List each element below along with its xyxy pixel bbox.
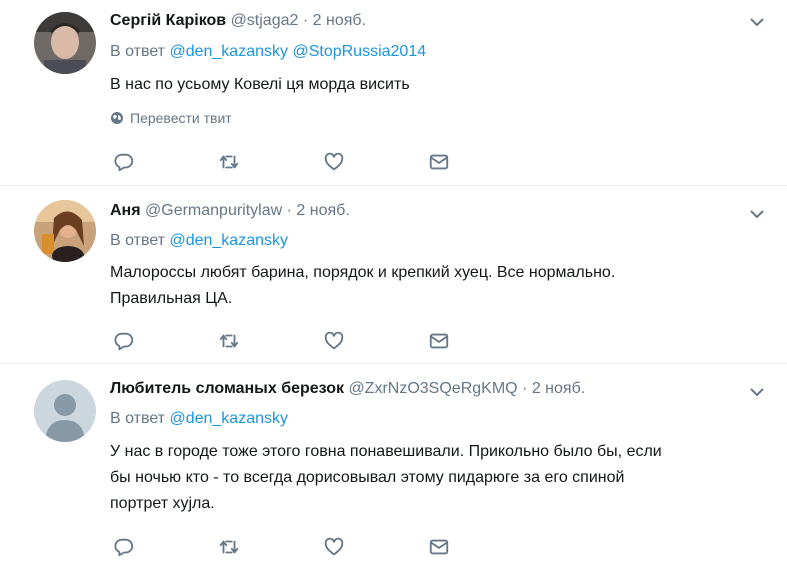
tweet-timestamp[interactable]: 2 нояб.	[296, 202, 349, 219]
translate-tweet-link[interactable]: Перевести твит	[110, 110, 232, 126]
message-icon[interactable]	[427, 150, 451, 174]
author-name[interactable]: Любитель сломаных березок	[110, 380, 344, 397]
avatar[interactable]	[34, 380, 96, 442]
tweet-text-line: Малороссы любят барина, порядок и крепки…	[110, 264, 616, 281]
reply-context: В ответ @den_kazansky @StopRussia2014	[110, 43, 426, 61]
tweet-feed: Сергій Каріков @stjaga2 · 2 нояб. В отве…	[0, 0, 787, 564]
tweet-actions	[110, 329, 450, 353]
tweet-header: Аня @Germanpuritylaw · 2 нояб.	[110, 202, 350, 220]
tweet-timestamp[interactable]: 2 нояб.	[313, 12, 366, 29]
mention-link[interactable]: @den_kazansky	[169, 410, 288, 427]
mention-link[interactable]: @StopRussia2014	[292, 43, 426, 60]
author-handle[interactable]: @stjaga2	[231, 12, 299, 29]
globe-icon	[111, 112, 123, 124]
tweet[interactable]: Сергій Каріков @stjaga2 · 2 нояб. В отве…	[0, 0, 787, 186]
mention-link[interactable]: @den_kazansky	[169, 232, 288, 249]
tweet-text: В нас по усьому Ковелі ця морда висить	[110, 72, 750, 98]
tweet-header: Любитель сломаных березок @ZxrNzO3SQeRgK…	[110, 380, 585, 398]
separator: ·	[302, 12, 309, 29]
tweet-timestamp[interactable]: 2 нояб.	[532, 380, 585, 397]
author-handle[interactable]: @ZxrNzO3SQeRgKMQ	[348, 380, 517, 397]
author-name[interactable]: Сергій Каріков	[110, 12, 226, 29]
tweet-header: Сергій Каріков @stjaga2 · 2 нояб.	[110, 12, 366, 30]
message-icon[interactable]	[427, 535, 451, 559]
tweet-actions	[110, 535, 450, 559]
avatar[interactable]	[34, 200, 96, 262]
chevron-down-icon[interactable]	[749, 206, 765, 222]
like-icon[interactable]	[322, 535, 346, 559]
reply-context: В ответ @den_kazansky	[110, 232, 288, 250]
tweet-text: У нас в городе тоже этого говна понавеши…	[110, 439, 750, 517]
reply-prefix: В ответ	[110, 232, 166, 249]
reply-prefix: В ответ	[110, 43, 166, 60]
reply-icon[interactable]	[112, 150, 136, 174]
reply-prefix: В ответ	[110, 410, 166, 427]
separator: ·	[522, 380, 528, 397]
author-handle[interactable]: @Germanpuritylaw	[145, 202, 282, 219]
tweet-text-line: портрет хујла.	[110, 495, 215, 512]
separator: ·	[286, 202, 292, 219]
message-icon[interactable]	[427, 329, 451, 353]
like-icon[interactable]	[322, 150, 346, 174]
chevron-down-icon[interactable]	[749, 14, 765, 30]
tweet-text: Малороссы любят барина, порядок и крепки…	[110, 260, 750, 312]
tweet[interactable]: Аня @Germanpuritylaw · 2 нояб. В ответ @…	[0, 186, 787, 364]
retweet-icon[interactable]	[217, 329, 241, 353]
tweet-text-line: Правильная ЦА.	[110, 290, 233, 307]
tweet-text-line: бы ночью кто - то всегда дорисовывал это…	[110, 469, 625, 486]
translate-label[interactable]: Перевести твит	[130, 110, 232, 126]
reply-context: В ответ @den_kazansky	[110, 410, 288, 428]
reply-icon[interactable]	[112, 329, 136, 353]
tweet[interactable]: Любитель сломаных березок @ZxrNzO3SQeRgK…	[0, 364, 787, 564]
mention-link[interactable]: @den_kazansky	[169, 43, 288, 60]
tweet-text-line: У нас в городе тоже этого говна понавеши…	[110, 443, 662, 460]
reply-icon[interactable]	[112, 535, 136, 559]
retweet-icon[interactable]	[217, 535, 241, 559]
author-name[interactable]: Аня	[110, 202, 141, 219]
avatar[interactable]	[34, 12, 96, 74]
chevron-down-icon[interactable]	[749, 384, 765, 400]
like-icon[interactable]	[322, 329, 346, 353]
tweet-actions	[110, 150, 450, 174]
retweet-icon[interactable]	[217, 150, 241, 174]
tweet-text-line: В нас по усьому Ковелі ця морда висить	[110, 76, 410, 93]
